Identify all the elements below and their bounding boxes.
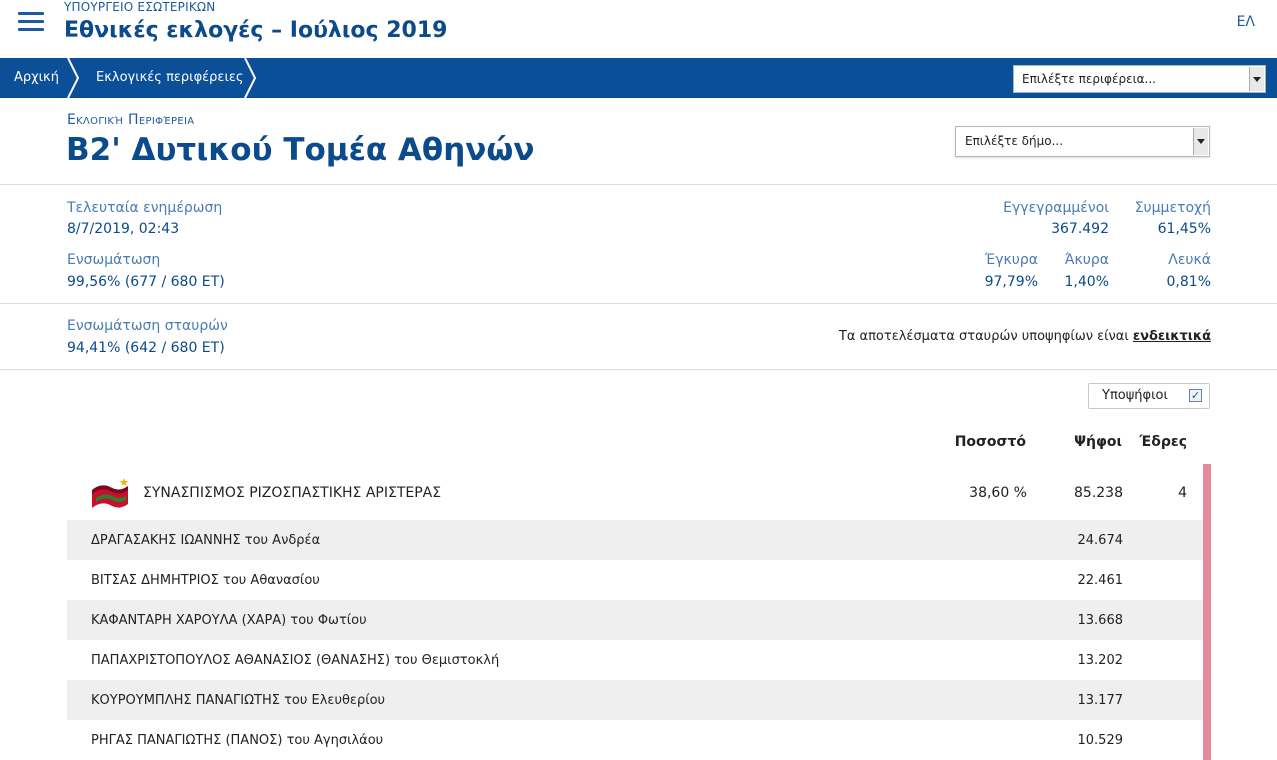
invalid-value: 1,40% [1064,274,1109,290]
column-header-votes: Ψήφοι [1074,434,1122,450]
valid-label: Έγκυρα [984,252,1038,268]
candidate-name: ΡΗΓΑΣ ΠΑΝΑΓΙΩΤΗΣ (ΠΑΝΟΣ) του Αγησιλάου [91,733,384,748]
candidate-votes: 13.668 [1077,613,1124,628]
table-row: ΡΗΓΑΣ ΠΑΝΑΓΙΩΤΗΣ (ΠΑΝΟΣ) του Αγησιλάου 1… [67,720,1203,760]
chevron-down-icon[interactable] [1193,128,1208,155]
pref-integration-label: Ενσωμάτωση σταυρών [67,318,228,334]
divider [0,184,1277,185]
party-votes: 85.238 [1074,485,1123,501]
region-select[interactable]: Επιλέξτε περιφέρεια... [1013,65,1266,93]
candidates-toggle-label: Υποψήφιοι [1102,388,1168,403]
party-percent: 38,60 % [969,485,1027,501]
table-row: ΒΙΤΣΑΣ ΔΗΜΗΤΡΙΟΣ του Αθανασίου 22.461 [67,560,1203,600]
table-row: ΚΑΦΑΝΤΑΡΗ ΧΑΡΟΥΛΑ (ΧΑΡΑ) του Φωτίου 13.6… [67,600,1203,640]
column-header-seats: Έδρες [1139,434,1187,450]
table-row: ΠΑΠΑΧΡΙΣΤΟΠΟΥΛΟΣ ΑΘΑΝΑΣΙΟΣ (ΘΑΝΑΣΗΣ) του… [67,640,1203,680]
party-logo-icon [90,476,132,510]
candidate-name: ΚΟΥΡΟΥΜΠΛΗΣ ΠΑΝΑΓΙΩΤΗΣ του Ελευθερίου [91,693,386,708]
pref-integration-value: 94,41% (642 / 680 ΕΤ) [67,340,225,356]
pref-results-notice: Τα αποτελέσματα σταυρών υποψηφίων είναι … [839,329,1211,344]
table-row: ΔΡΑΓΑΣΑΚΗΣ ΙΩΑΝΝΗΣ του Ανδρέα 24.674 [67,520,1203,560]
page-header: ΥΠΟΥΡΓΕΙΟ ΕΣΩΤΕΡΙΚΩΝ Εθνικές εκλογές – Ι… [0,0,1277,58]
region-select-value: Επιλέξτε περιφέρεια... [1022,72,1156,86]
last-update-value: 8/7/2019, 02:43 [67,221,180,237]
breadcrumb-home[interactable]: Αρχική [14,58,59,98]
candidate-votes: 10.529 [1077,733,1124,748]
candidate-votes: 22.461 [1077,573,1124,588]
blank-value: 0,81% [1166,274,1211,290]
registered-label: Εγγεγραμμένοι [1003,200,1109,216]
checkmark-icon: ✓ [1190,389,1201,402]
candidate-name: ΚΑΦΑΝΤΑΡΗ ΧΑΡΟΥΛΑ (ΧΑΡΑ) του Φωτίου [91,613,367,628]
district-label: Εκλογική Περιφέρεια [67,112,195,128]
breadcrumb-regions[interactable]: Εκλογικές περιφέρειες [96,58,244,98]
chevron-right-icon [243,58,257,98]
candidate-votes: 13.177 [1077,693,1124,708]
integration-label: Ενσωμάτωση [67,252,161,268]
column-header-percent: Ποσοστό [954,434,1026,450]
candidates-toggle[interactable]: Υποψήφιοι ✓ [1088,383,1210,409]
language-switch[interactable]: ΕΛ [1237,14,1255,30]
menu-icon[interactable] [18,12,44,32]
divider [0,369,1277,370]
page-title: Β2' Δυτικού Τομέα Αθηνών [66,132,535,168]
candidate-name: ΔΡΑΓΑΣΑΚΗΣ ΙΩΑΝΝΗΣ του Ανδρέα [91,533,321,548]
registered-value: 367.492 [1051,221,1109,237]
candidates-checkbox[interactable]: ✓ [1189,389,1202,402]
party-seats: 4 [1178,485,1187,501]
last-update-label: Τελευταία ενημέρωση [67,200,223,216]
party-name: ΣΥΝΑΣΠΙΣΜΟΣ ΡΙΖΟΣΠΑΣΤΙΚΗΣ ΑΡΙΣΤΕΡΑΣ [143,485,442,501]
election-title: Εθνικές εκλογές – Ιούλιος 2019 [64,18,448,43]
candidate-votes: 24.674 [1077,533,1124,548]
divider [0,303,1277,304]
candidate-votes: 13.202 [1077,653,1124,668]
table-row: ΚΟΥΡΟΥΜΠΛΗΣ ΠΑΝΑΓΙΩΤΗΣ του Ελευθερίου 13… [67,680,1203,720]
blank-label: Λευκά [1168,252,1211,268]
integration-value: 99,56% (677 / 680 ΕΤ) [67,274,225,290]
turnout-label: Συμμετοχή [1134,200,1211,216]
indicative-link[interactable]: ενδεικτικά [1133,329,1211,344]
party-color-bar [1203,464,1211,760]
municipality-select-value: Επιλέξτε δήμο... [965,134,1064,148]
municipality-select[interactable]: Επιλέξτε δήμο... [955,126,1210,157]
ministry-name: ΥΠΟΥΡΓΕΙΟ ΕΣΩΤΕΡΙΚΩΝ [64,0,216,14]
chevron-down-icon[interactable] [1249,67,1264,91]
valid-value: 97,79% [984,274,1038,290]
candidate-name: ΒΙΤΣΑΣ ΔΗΜΗΤΡΙΟΣ του Αθανασίου [91,573,320,588]
chevron-right-icon [66,58,80,98]
invalid-label: Άκυρα [1064,252,1109,268]
notice-text: Τα αποτελέσματα σταυρών υποψηφίων είναι [838,329,1133,344]
candidate-name: ΠΑΠΑΧΡΙΣΤΟΠΟΥΛΟΣ ΑΘΑΝΑΣΙΟΣ (ΘΑΝΑΣΗΣ) του… [91,653,500,668]
turnout-value: 61,45% [1157,221,1211,237]
